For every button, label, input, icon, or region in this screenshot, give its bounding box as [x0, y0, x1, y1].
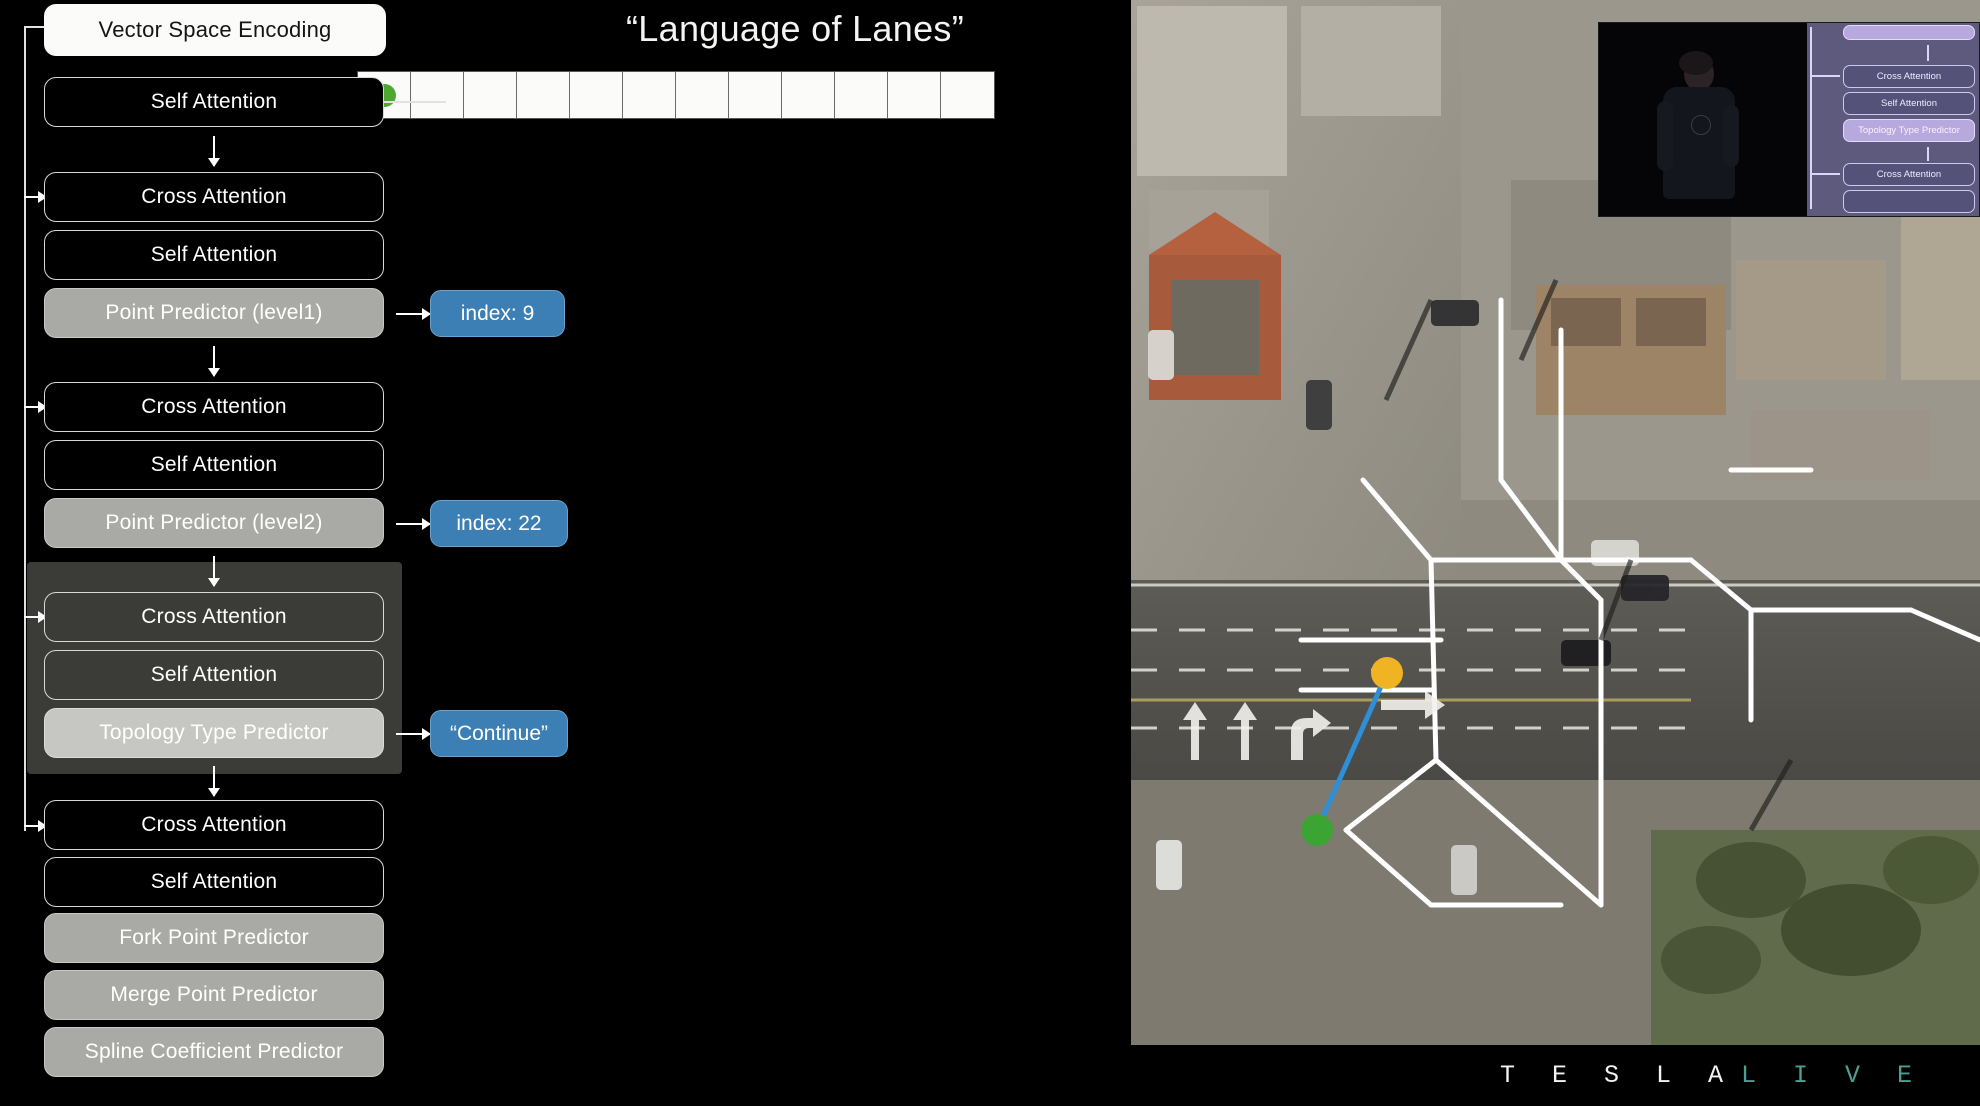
block-topology-type-predictor[interactable]: Topology Type Predictor	[44, 708, 384, 758]
block-label: Self Attention	[150, 90, 278, 113]
presenter-video-inset[interactable]: Cross Attention Self Attention Topology …	[1598, 22, 1980, 217]
block-label: Merge Point Predictor	[110, 983, 318, 1006]
block-label: Vector Space Encoding	[98, 17, 332, 42]
tesla-wordmark: T E S L A	[1500, 1061, 1735, 1090]
presenter-arm-right-icon	[1723, 105, 1739, 167]
predicted-point-marker	[1371, 657, 1403, 689]
pip-block-4: Cross Attention	[1843, 163, 1975, 186]
token-cell[interactable]	[517, 72, 570, 118]
output-continue[interactable]: “Continue”	[430, 710, 568, 757]
pip-feed-1	[1810, 75, 1840, 77]
block-label: Spline Coefficient Predictor	[84, 1040, 344, 1063]
presenter-arm-left-icon	[1657, 101, 1673, 171]
presenter-hair-icon	[1679, 51, 1713, 75]
token-cell[interactable]	[570, 72, 623, 118]
pip-block-0	[1843, 25, 1975, 40]
block-label: Self Attention	[150, 870, 278, 893]
flow-arrow-3	[208, 766, 220, 797]
pip-arrow-0	[1927, 45, 1929, 61]
pip-block-1: Cross Attention	[1843, 65, 1975, 88]
flow-arrow-0	[208, 136, 220, 167]
token-cell[interactable]	[835, 72, 888, 118]
block-self-attention-2[interactable]: Self Attention	[44, 440, 384, 490]
encoder-to-tokens-line	[384, 101, 446, 103]
block-label: Self Attention	[150, 243, 278, 266]
live-wordmark: L I V E	[1741, 1061, 1924, 1090]
flow-arrow-1	[208, 346, 220, 377]
block-self-attention-1[interactable]: Self Attention	[44, 230, 384, 280]
token-cell[interactable]	[782, 72, 835, 118]
token-cell[interactable]	[411, 72, 464, 118]
block-self-attention-4[interactable]: Self Attention	[44, 857, 384, 907]
block-vector-space-encoding[interactable]: Vector Space Encoding	[44, 4, 386, 56]
token-cell[interactable]	[941, 72, 994, 118]
block-cross-attention-2[interactable]: Cross Attention	[44, 382, 384, 432]
block-cross-attention-4[interactable]: Cross Attention	[44, 800, 384, 850]
start-point-marker	[1301, 814, 1333, 846]
pip-bus-line	[1810, 27, 1812, 209]
pip-arrow-1	[1927, 147, 1929, 161]
block-label: Topology Type Predictor	[99, 721, 329, 744]
block-self-attention-3[interactable]: Self Attention	[44, 650, 384, 700]
block-label: Cross Attention	[141, 605, 287, 628]
slide-title: “Language of Lanes”	[626, 8, 964, 49]
architecture-diagram: “Language of Lanes” Vector Space Encodin…	[0, 0, 1130, 1106]
block-cross-attention-1[interactable]: Cross Attention	[44, 172, 384, 222]
pip-block-2: Self Attention	[1843, 92, 1975, 115]
block-fork-point-predictor[interactable]: Fork Point Predictor	[44, 913, 384, 963]
block-point-predictor-level2[interactable]: Point Predictor (level2)	[44, 498, 384, 548]
feedback-arrow-2	[24, 401, 47, 413]
presenter-shirt-logo-icon	[1691, 115, 1711, 135]
pip-projected-slide: Cross Attention Self Attention Topology …	[1807, 23, 1979, 216]
token-cell[interactable]	[676, 72, 729, 118]
slide-canvas: “Language of Lanes” Vector Space Encodin…	[0, 0, 1980, 1106]
output-index-9[interactable]: index: 9	[430, 290, 565, 337]
block-cross-attention-3[interactable]: Cross Attention	[44, 592, 384, 642]
block-spline-coefficient-predictor[interactable]: Spline Coefficient Predictor	[44, 1027, 384, 1077]
block-point-predictor-level1[interactable]: Point Predictor (level1)	[44, 288, 384, 338]
block-label: Self Attention	[150, 453, 278, 476]
pip-feed-2	[1810, 173, 1840, 175]
branding-bar: T E S L A L I V E	[1131, 1045, 1980, 1106]
feedback-arrow-1	[24, 191, 47, 203]
feedback-bus-line	[24, 26, 26, 831]
block-label: Point Predictor (level1)	[105, 301, 323, 324]
block-label: Point Predictor (level2)	[105, 511, 323, 534]
feedback-arrow-4	[24, 820, 47, 832]
block-label: Cross Attention	[141, 395, 287, 418]
output-arrow-2	[396, 518, 431, 530]
token-cell[interactable]	[729, 72, 782, 118]
output-label: index: 22	[456, 511, 542, 535]
output-label: “Continue”	[449, 721, 549, 745]
output-index-22[interactable]: index: 22	[430, 500, 568, 547]
block-label: Cross Attention	[141, 813, 287, 836]
token-sequence-strip	[357, 71, 995, 119]
block-self-attention-0[interactable]: Self Attention	[44, 77, 384, 127]
output-arrow-1	[396, 308, 431, 320]
token-cell[interactable]	[888, 72, 941, 118]
pip-block-5	[1843, 190, 1975, 213]
pip-stage-area	[1599, 23, 1807, 216]
block-label: Cross Attention	[141, 185, 287, 208]
flow-arrow-2	[208, 556, 220, 587]
feedback-arrow-3	[24, 611, 47, 623]
token-cell[interactable]	[623, 72, 676, 118]
output-arrow-3	[396, 728, 431, 740]
block-merge-point-predictor[interactable]: Merge Point Predictor	[44, 970, 384, 1020]
block-label: Self Attention	[150, 663, 278, 686]
output-label: index: 9	[460, 301, 535, 325]
block-label: Fork Point Predictor	[119, 926, 309, 949]
token-cell[interactable]	[464, 72, 517, 118]
pip-block-3: Topology Type Predictor	[1843, 119, 1975, 142]
